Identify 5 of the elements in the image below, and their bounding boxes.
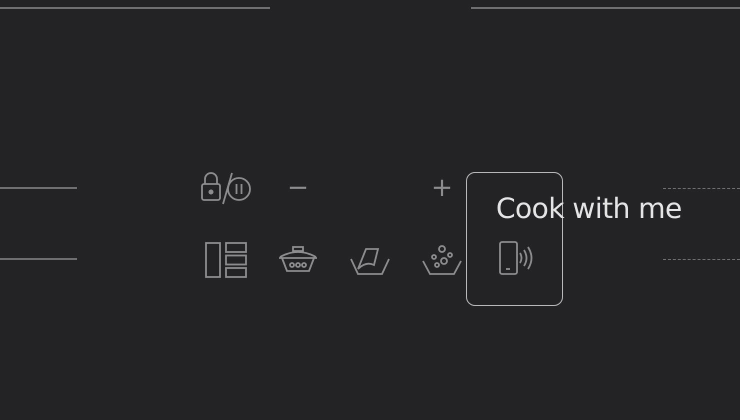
minus-button[interactable]: − — [283, 173, 313, 203]
lock-pause-button[interactable] — [199, 170, 253, 206]
plus-button[interactable]: + — [427, 173, 457, 203]
lock-pause-icon — [199, 170, 253, 206]
panel-layout-icon — [204, 241, 248, 279]
